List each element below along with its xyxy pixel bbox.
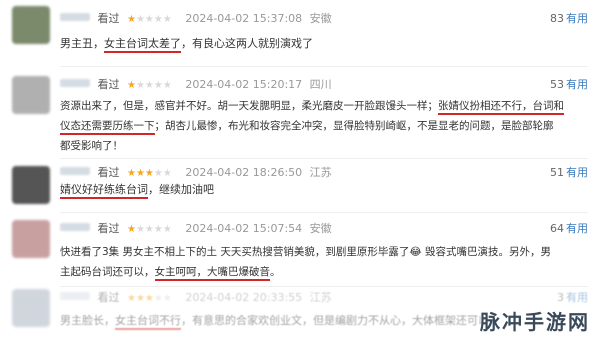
review-text-part: 。	[270, 266, 281, 278]
divider	[60, 158, 588, 159]
site-watermark: 脉冲手游网	[480, 310, 590, 334]
divider	[60, 286, 588, 287]
useful-button[interactable]: 64 有用	[550, 222, 588, 236]
review-text-line: 都受影响了！	[60, 140, 123, 152]
useful-button[interactable]: 53 有用	[550, 78, 588, 92]
useful-button[interactable]: 83 有用	[550, 12, 588, 26]
review-text-part: 资源出来了，但是，感官并不好。胡一天发腮明显，柔光磨皮一开脸跟馒头一样；	[60, 100, 438, 112]
rating-stars: ★★★★★	[127, 14, 172, 25]
review-location: 安徽	[309, 222, 332, 235]
review-text: 资源出来了，但是，感官并不好。胡一天发腮明显，柔光磨皮一开脸跟馒头一样；张婧仪扮…	[60, 96, 590, 156]
avatar[interactable]	[12, 76, 50, 114]
review-text-part: ，继续加油吧	[148, 183, 214, 196]
review-text-line: 仪态还需要历练一下；胡杏儿最惨，布光和妆容完全冲突，显得脸特别崎岖，不是显老的问…	[60, 116, 590, 136]
useful-button[interactable]: 51 有用	[550, 166, 588, 180]
useful-button[interactable]: 3 有用	[557, 291, 588, 305]
useful-label: 有用	[566, 166, 588, 179]
useful-label: 有用	[566, 12, 588, 25]
useful-count: 83	[550, 12, 564, 25]
avatar[interactable]	[12, 289, 50, 327]
review-date: 2024-04-02 20:33:55	[185, 291, 303, 304]
avatar[interactable]	[12, 166, 50, 204]
watched-label: 看过	[97, 78, 120, 91]
highlighted-text: 张婧仪扮相还不行，台词和	[438, 100, 564, 115]
useful-count: 64	[550, 222, 564, 235]
review-text-part: 男主脸长，	[60, 314, 115, 327]
review-location: 江苏	[309, 166, 332, 179]
username[interactable]	[60, 292, 90, 300]
useful-label: 有用	[566, 291, 588, 304]
username[interactable]	[60, 13, 90, 21]
review-meta: 看过 ★★★★★ 2024-04-02 15:07:54 安徽	[60, 222, 332, 236]
username[interactable]	[60, 79, 90, 87]
divider	[60, 66, 588, 67]
useful-count: 3	[557, 291, 564, 304]
review-meta: 看过 ★★★★★ 2024-04-02 20:33:55 江苏	[60, 291, 332, 305]
review-date: 2024-04-02 15:37:08	[185, 12, 303, 25]
useful-count: 51	[550, 166, 564, 179]
review-text: 男主丑，女主台词太差了，有良心这两人就别演戏了	[60, 34, 590, 54]
useful-count: 53	[550, 78, 564, 91]
avatar[interactable]	[12, 6, 50, 44]
review-location: 四川	[309, 78, 332, 91]
highlighted-text: 女主台词不行	[115, 314, 181, 330]
review-date: 2024-04-02 18:26:50	[185, 166, 303, 179]
review-text-part: ，有意思的合家欢创业文，但是编剧力不从心，大体框架还可以	[181, 314, 489, 327]
review-text-line: 主起码台词还可以，女主呵呵，大嘴巴爆破音。	[60, 262, 590, 282]
highlighted-text: 女主呵呵，大嘴巴爆破音	[154, 266, 270, 281]
rating-stars: ★★★★★	[127, 293, 172, 304]
rating-stars: ★★★★★	[127, 168, 172, 179]
useful-label: 有用	[566, 222, 588, 235]
review-meta: 看过 ★★★★★ 2024-04-02 15:37:08 安徽	[60, 12, 332, 26]
review-meta: 看过 ★★★★★ 2024-04-02 18:26:50 江苏	[60, 166, 332, 180]
highlighted-text: 仪态还需要历练一下	[60, 120, 155, 135]
review-location: 江苏	[309, 291, 332, 304]
watched-label: 看过	[97, 12, 120, 25]
highlighted-text: 女主台词太差了	[104, 37, 181, 53]
review-location: 安徽	[309, 12, 332, 25]
review-text-part: 男主丑，	[60, 37, 104, 50]
watched-label: 看过	[97, 166, 120, 179]
review-text-line: 快进看了3集 男女主不相上下的土 天天买热搜营销美貌，到剧里原形毕露了😂 毁容式…	[60, 246, 551, 258]
rating-stars: ★★★★★	[127, 224, 172, 235]
review-text-part: ，有良心这两人就别演戏了	[181, 37, 313, 50]
divider	[60, 212, 588, 213]
username[interactable]	[60, 167, 90, 175]
rating-stars: ★★★★★	[127, 80, 172, 91]
avatar[interactable]	[12, 220, 50, 258]
review-meta: 看过 ★★★★★ 2024-04-02 15:20:17 四川	[60, 78, 332, 92]
highlighted-text: 婧仪好好练练台词	[60, 183, 148, 199]
review-text: 快进看了3集 男女主不相上下的土 天天买热搜营销美貌，到剧里原形毕露了😂 毁容式…	[60, 242, 590, 282]
watched-label: 看过	[97, 291, 120, 304]
review-text-part: 主起码台词还可以，	[60, 266, 155, 278]
watched-label: 看过	[97, 222, 120, 235]
username[interactable]	[60, 223, 90, 231]
review-text-part: ；胡杏儿最惨，布光和妆容完全冲突，显得脸特别崎岖，不是显老的问题，是脸部轮廓	[154, 120, 554, 132]
useful-label: 有用	[566, 78, 588, 91]
review-text: 婧仪好好练练台词，继续加油吧	[60, 180, 590, 200]
review-text-line: 资源出来了，但是，感官并不好。胡一天发腮明显，柔光磨皮一开脸跟馒头一样；张婧仪扮…	[60, 96, 590, 116]
review-date: 2024-04-02 15:20:17	[185, 78, 303, 91]
review-date: 2024-04-02 15:07:54	[185, 222, 303, 235]
